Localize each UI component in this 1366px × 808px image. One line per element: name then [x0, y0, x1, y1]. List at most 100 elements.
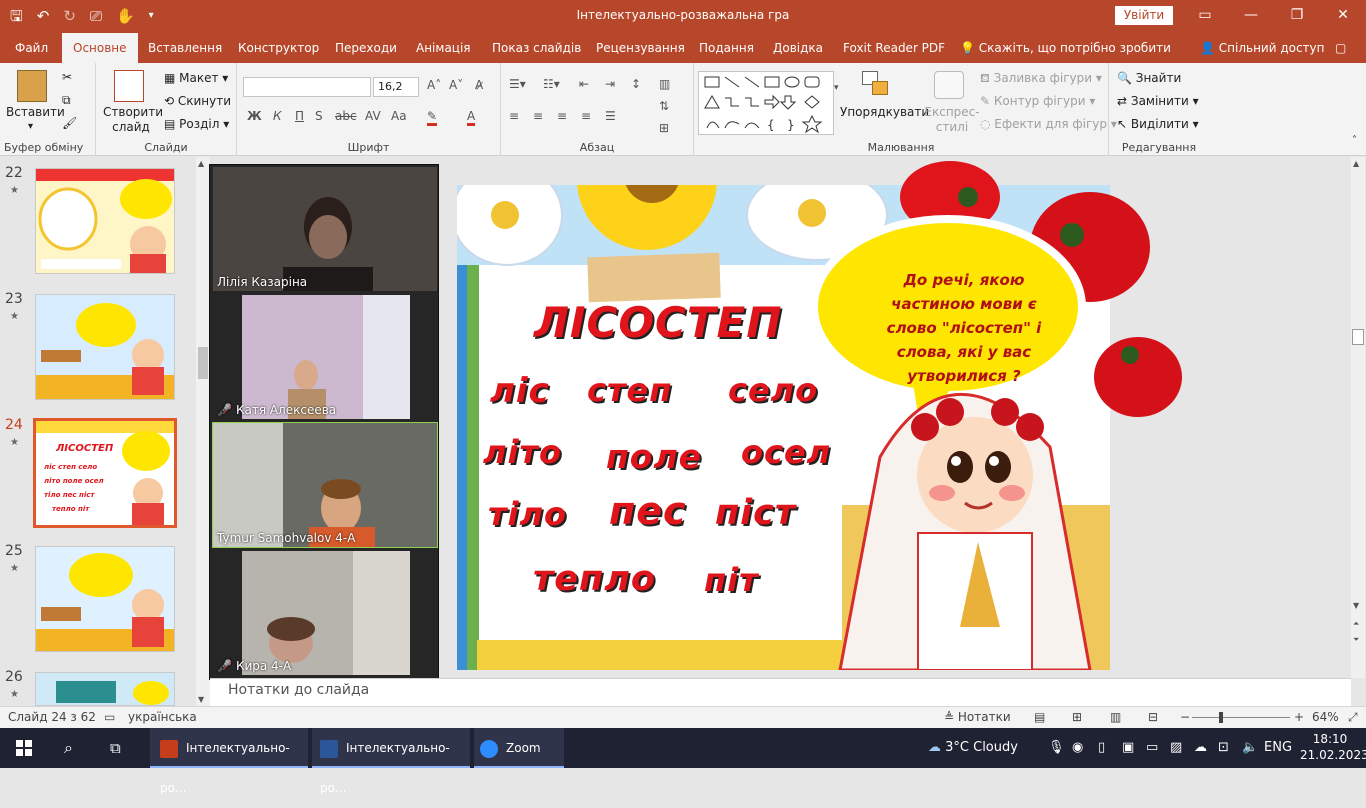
align-right-icon[interactable]: ≡	[557, 109, 567, 123]
shape-outline-button[interactable]: ✎ Контур фігури ▾	[980, 94, 1095, 108]
section-button[interactable]: ▤ Розділ ▾	[164, 117, 229, 131]
weather-widget[interactable]: ☁ 3°C Cloudy	[928, 728, 1018, 768]
scroll-down-icon[interactable]: ▼	[1353, 601, 1359, 610]
scroll-up-icon[interactable]: ▲	[1353, 159, 1359, 168]
smartart-icon[interactable]: ⊞	[659, 121, 669, 135]
fit-slide-icon[interactable]: ⤢	[1348, 710, 1358, 725]
paste-button[interactable]: Вставити	[6, 105, 65, 119]
microphone-icon[interactable]: 🎙	[1048, 728, 1065, 768]
tab-insert[interactable]: Вставлення	[148, 33, 222, 63]
battery-icon[interactable]: ▭	[1146, 728, 1158, 768]
numbering-icon[interactable]: ☷▾	[543, 77, 560, 91]
participant-tile[interactable]: Лілія Казаріна	[213, 167, 437, 291]
clock[interactable]: 18:10 21.02.2023	[1300, 731, 1366, 763]
tab-home[interactable]: Основне	[62, 33, 138, 63]
font-size-combo[interactable]: 16,2	[373, 77, 419, 97]
align-left-icon[interactable]: ≡	[509, 109, 519, 123]
scroll-up-icon[interactable]: ▲	[198, 159, 204, 168]
start-icon[interactable]	[14, 728, 34, 768]
close-button[interactable]: ✕	[1320, 0, 1366, 33]
zoom-slider-thumb[interactable]	[1219, 712, 1223, 723]
tab-file[interactable]: Файл	[15, 33, 48, 63]
sign-in-button[interactable]: Увійти	[1115, 6, 1173, 25]
format-painter-icon[interactable]: 🖌	[62, 116, 77, 130]
highlight-icon[interactable]: ✎	[427, 109, 438, 126]
cut-icon[interactable]: ✂	[62, 70, 72, 84]
font-color-button[interactable]: A	[467, 109, 476, 126]
tab-animations[interactable]: Анімація	[416, 33, 471, 63]
zoom-in-icon[interactable]: +	[1294, 710, 1304, 724]
underline-button[interactable]: П	[295, 109, 304, 123]
zoom-gallery-panel[interactable]: Лілія Казаріна 🎤̸ Катя Алексеева Tymur Sa…	[209, 164, 439, 680]
comments-icon[interactable]: ▢	[1335, 33, 1346, 63]
slide-thumbnail-24-selected[interactable]: ЛІСОСТЕП ліс степ село літо поле осел ті…	[33, 418, 177, 528]
participant-tile[interactable]: 🎤̸ Катя Алексеева	[213, 295, 437, 419]
normal-view-icon[interactable]: ▤	[1034, 710, 1045, 724]
strikethrough-button[interactable]: abc	[335, 109, 357, 123]
volume-icon[interactable]: 🔈	[1242, 728, 1258, 768]
next-slide-icon[interactable]: ⏷	[1353, 635, 1359, 645]
decrease-indent-icon[interactable]: ⇤	[579, 77, 589, 91]
zoom-tray-icon[interactable]: ◉	[1072, 728, 1083, 768]
minimize-button[interactable]: —	[1228, 0, 1274, 33]
shape-effects-button[interactable]: ◌ Ефекти для фігур ▾	[980, 117, 1117, 131]
notes-toggle[interactable]: ≜ Нотатки	[944, 710, 1011, 724]
task-view-icon[interactable]: ⧉	[110, 728, 130, 768]
slideshow-icon[interactable]: ⊟	[1148, 710, 1158, 724]
tab-help[interactable]: Довідка	[773, 33, 823, 63]
tab-review[interactable]: Рецензування	[596, 33, 685, 63]
change-case-button[interactable]: Aa	[391, 109, 407, 123]
usb-icon[interactable]: ▯	[1098, 728, 1105, 768]
shape-fill-button[interactable]: ⛾ Заливка фігури ▾	[980, 71, 1102, 87]
taskbar-app-word[interactable]: Інтелектуально-ро...	[312, 728, 470, 795]
tab-design[interactable]: Конструктор	[238, 33, 319, 63]
zoom-level[interactable]: 64%	[1312, 710, 1339, 724]
editor-scrollbar[interactable]: ▲ ▼ ⏶ ⏷	[1351, 157, 1365, 678]
taskbar-app-powerpoint[interactable]: Інтелектуально-ро...	[150, 728, 308, 795]
slide-sorter-icon[interactable]: ⊞	[1072, 710, 1082, 724]
restore-button[interactable]: ❐	[1274, 0, 1320, 33]
collapse-ribbon-icon[interactable]: ˄	[1352, 135, 1357, 146]
zoom-out-icon[interactable]: −	[1180, 710, 1190, 724]
previous-slide-icon[interactable]: ⏶	[1353, 619, 1359, 629]
network-icon[interactable]: ⊡	[1218, 728, 1229, 768]
paste-dropdown-icon[interactable]: ▾	[28, 121, 33, 132]
select-button[interactable]: ↖ Виділити ▾	[1117, 117, 1199, 131]
language-indicator-tray[interactable]: ENG	[1264, 728, 1292, 768]
tab-view[interactable]: Подання	[699, 33, 754, 63]
scrollbar-thumb[interactable]	[198, 347, 208, 379]
char-spacing-button[interactable]: AV	[365, 109, 381, 123]
text-direction-icon[interactable]: ⇅	[659, 99, 669, 113]
new-slide-button[interactable]: Створити слайд	[103, 105, 163, 135]
bold-button[interactable]: Ж	[247, 109, 262, 123]
align-center-icon[interactable]: ≡	[533, 109, 543, 123]
quick-styles-button[interactable]: Експрес-стилі	[922, 105, 982, 135]
thumbnails-scrollbar[interactable]: ▲ ▼	[196, 157, 210, 706]
shapes-gallery[interactable]: { }	[698, 71, 834, 135]
zoom-slider[interactable]	[1192, 717, 1290, 718]
shapes-more-icon[interactable]: ▾	[834, 83, 839, 93]
ribbon-display-icon[interactable]: ▭	[1182, 0, 1228, 33]
language-indicator[interactable]: українська	[128, 710, 197, 724]
taskbar-app-zoom[interactable]: Zoom	[474, 728, 564, 768]
paste-icon[interactable]	[17, 70, 47, 102]
notes-pane[interactable]: Нотатки до слайда	[210, 678, 1351, 706]
copy-icon[interactable]: ⧉	[62, 93, 71, 108]
tab-foxit[interactable]: Foxit Reader PDF	[843, 33, 945, 63]
share-button[interactable]: 👤 Спільний доступ	[1200, 33, 1325, 63]
shadow-text-icon[interactable]: S	[315, 109, 323, 123]
arrange-icon[interactable]	[862, 71, 892, 99]
columns-icon[interactable]: ▥	[659, 77, 670, 91]
scrollbar-thumb[interactable]	[1352, 329, 1364, 345]
clear-format-icon[interactable]: A̷	[475, 78, 483, 92]
spellcheck-icon[interactable]: ▭	[104, 710, 115, 724]
font-name-combo[interactable]	[243, 77, 371, 97]
grow-font-icon[interactable]: A˄	[427, 78, 441, 92]
layout-button[interactable]: ▦ Макет ▾	[164, 71, 228, 85]
tab-slideshow[interactable]: Показ слайдів	[492, 33, 581, 63]
tab-transitions[interactable]: Переходи	[335, 33, 397, 63]
line-spacing-icon[interactable]: ↕	[631, 77, 641, 91]
find-button[interactable]: 🔍 Знайти	[1117, 71, 1181, 85]
italic-button[interactable]: К	[273, 109, 282, 123]
onedrive-icon[interactable]: ☁	[1194, 728, 1207, 768]
